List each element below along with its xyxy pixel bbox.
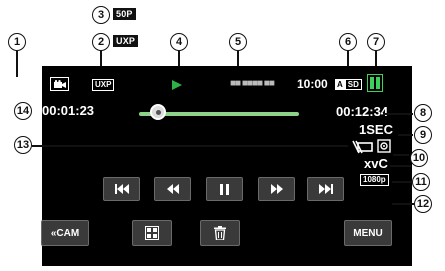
callout-1: 1 [8, 33, 26, 51]
index-button[interactable] [132, 220, 172, 246]
callout-8: 8 [414, 104, 432, 122]
fast-forward-button[interactable] [258, 177, 295, 201]
time-display: 10:00 [297, 77, 328, 91]
interval-display: 1SEC [359, 122, 393, 137]
callout-2: 2 [92, 33, 110, 51]
skip-back-button[interactable] [103, 177, 140, 201]
callout-14: 14 [14, 102, 32, 120]
callout-3: 3 [92, 6, 110, 24]
callout-4: 4 [170, 33, 188, 51]
gps-icon [377, 139, 391, 153]
callout-13: 13 [14, 136, 32, 154]
resolution-badge: 1080p [360, 174, 389, 186]
progress-knob[interactable] [150, 104, 167, 120]
callout-6: 6 [339, 33, 357, 51]
quality-badge: UXP [92, 79, 115, 91]
video-mode-icon[interactable] [50, 77, 69, 91]
skip-forward-button[interactable] [307, 177, 344, 201]
callout-9: 9 [414, 126, 432, 144]
callout-11: 11 [412, 173, 430, 191]
camera-screen: UXP ■■ ■■■■ ■■ 10:00 A SD 00:01:23 00:12… [41, 66, 412, 266]
total-time: 00:12:34 [336, 104, 389, 119]
play-status-icon [172, 80, 182, 90]
callout-12: 12 [414, 195, 432, 213]
stabilizer-off-icon [352, 140, 373, 154]
media-indicator: A SD [335, 79, 362, 90]
quality-chip: UXP [113, 35, 139, 47]
elapsed-time: 00:01:23 [42, 103, 95, 118]
callout-7: 7 [367, 33, 385, 51]
skip-forward-icon [318, 184, 333, 194]
frame-rate-chip: 50P [113, 8, 136, 20]
pause-button[interactable] [206, 177, 243, 201]
rewind-button[interactable] [154, 177, 191, 201]
skip-back-icon [114, 184, 129, 194]
rewind-icon [166, 184, 179, 194]
callout-10: 10 [410, 149, 428, 167]
callout-5: 5 [229, 33, 247, 51]
fast-forward-icon [270, 184, 283, 194]
date-display: ■■ ■■■■ ■■ [230, 78, 275, 89]
video-format: xvC [364, 156, 388, 171]
grid-icon [145, 226, 159, 240]
trash-icon [214, 226, 226, 240]
battery-icon [367, 74, 383, 92]
pause-icon [220, 183, 229, 195]
menu-button[interactable]: MENU [344, 220, 392, 246]
camera-mode-button[interactable]: «CAM [41, 220, 89, 246]
delete-button[interactable] [200, 220, 240, 246]
